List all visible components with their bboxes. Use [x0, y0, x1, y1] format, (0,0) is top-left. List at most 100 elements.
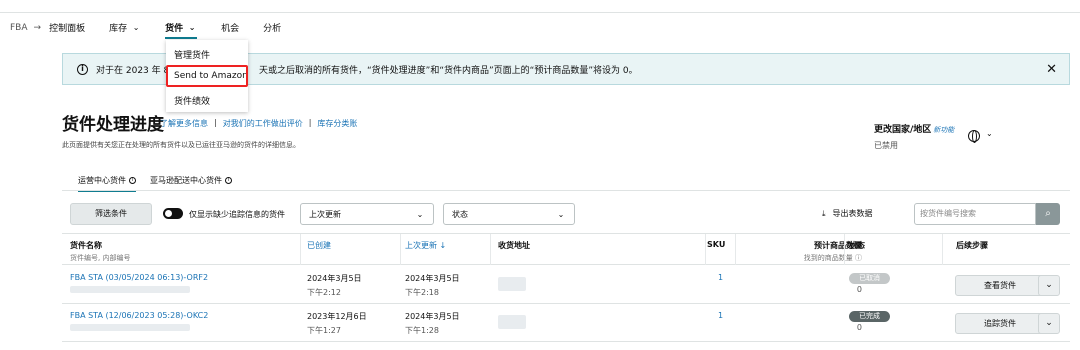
- chevron-down-icon[interactable]: ⌄: [1038, 313, 1060, 334]
- status-badge: 已取消: [849, 273, 890, 284]
- menu-item-shipment-performance[interactable]: 货件绩效: [174, 94, 210, 107]
- status-select-value: 状态: [452, 209, 468, 219]
- header-links: 了解更多信息 | 对我们的工作做出评价 | 库存分类账: [160, 118, 357, 129]
- found-qty: 0: [856, 323, 862, 332]
- info-icon: i: [77, 63, 88, 75]
- created-cell: 2024年3月5日 下午2:12: [307, 274, 362, 297]
- nav-dashboard[interactable]: 控制面板: [49, 13, 85, 43]
- qty-cell: 1 0: [762, 311, 862, 332]
- menu-item-manage-shipments[interactable]: 管理货件: [174, 48, 210, 61]
- address-cell: [498, 311, 526, 331]
- status-badge: 已完成: [849, 311, 890, 322]
- address-cell: [498, 273, 526, 293]
- status-select[interactable]: 状态 ⌄: [443, 203, 575, 225]
- tabs-divider: [62, 190, 1070, 191]
- sku-count[interactable]: 1: [718, 273, 723, 282]
- updated-time: 下午1:28: [405, 326, 439, 335]
- status-cell: 已取消: [849, 273, 890, 284]
- created-time: 下午1:27: [307, 326, 341, 335]
- market-status: 已禁用: [874, 141, 898, 150]
- learn-more-link[interactable]: 了解更多信息: [160, 118, 208, 129]
- tab-label: 亚马逊配送中心货件: [150, 176, 222, 185]
- download-icon: ⤓: [822, 208, 826, 218]
- export-button[interactable]: ⤓ 导出表数据: [822, 208, 873, 219]
- view-shipment-button[interactable]: 查看货件: [955, 275, 1045, 296]
- arrow-down-icon: ↓: [439, 241, 447, 250]
- col-expected-qty: 预计商品数量 找到的商品数量 ⓘ: [760, 240, 862, 263]
- chevron-down-icon: ⌄: [132, 23, 140, 32]
- chevron-down-icon[interactable]: ⌄: [986, 129, 993, 138]
- col-ship-to-address: 收货地址: [498, 241, 530, 250]
- nav-shipments[interactable]: 货件 ⌄: [165, 13, 198, 43]
- redacted-address: [498, 315, 526, 329]
- created-time: 下午2:12: [307, 288, 341, 297]
- close-icon[interactable]: ✕: [1046, 62, 1057, 77]
- found-qty: 0: [856, 285, 862, 294]
- table-header: 货件名称 货件编号, 内部编号 已创建 上次更新 ↓ 收货地址 SKU 预计商品…: [62, 233, 1070, 265]
- shipment-link[interactable]: FBA STA (12/06/2023 05:28)-OKC2: [70, 311, 208, 320]
- expected-qty: 1: [762, 311, 862, 320]
- table-row: FBA STA (12/06/2023 05:28)-OKC2 2023年12月…: [62, 304, 1070, 342]
- search-icon[interactable]: ⌕: [1036, 203, 1060, 225]
- breadcrumb-fba[interactable]: FBA: [10, 23, 28, 33]
- nav-analytics-label: 分析: [263, 24, 282, 34]
- nav-dashboard-label: 控制面板: [49, 24, 86, 34]
- export-label: 导出表数据: [832, 209, 873, 218]
- nav-opportunities-label: 机会: [221, 24, 240, 34]
- shipment-link[interactable]: FBA STA (03/05/2024 06:13)-ORF2: [70, 273, 208, 282]
- missing-tracking-toggle[interactable]: [163, 208, 183, 219]
- col-next-steps: 后续步骤: [956, 241, 988, 250]
- market-label: 更改国家/地区: [874, 125, 932, 135]
- redacted-shipment-id: [70, 324, 190, 331]
- breadcrumb-arrow: →: [33, 22, 42, 33]
- toggle-label: 仅显示缺少追踪信息的货件: [189, 210, 285, 219]
- inventory-ledger-link[interactable]: 库存分类账: [317, 118, 357, 129]
- divider: |: [308, 118, 312, 127]
- nav-opportunities[interactable]: 机会: [221, 13, 239, 43]
- info-icon[interactable]: i: [129, 177, 136, 184]
- status-cell: 已完成: [849, 311, 890, 322]
- chevron-down-icon: ⌄: [416, 209, 424, 219]
- shipment-name-cell: FBA STA (12/06/2023 05:28)-OKC2: [70, 311, 208, 333]
- nav-shipments-label: 货件: [165, 24, 184, 34]
- qty-cell: 0 0: [762, 273, 862, 294]
- column-divider: [844, 234, 845, 265]
- col-created[interactable]: 已创建: [307, 240, 331, 251]
- info-icon: ⓘ: [855, 254, 862, 262]
- created-cell: 2023年12月6日 下午1:27: [307, 312, 367, 335]
- feedback-link[interactable]: 对我们的工作做出评价: [223, 118, 303, 129]
- filter-button[interactable]: 筛选条件: [70, 203, 152, 225]
- divider: |: [214, 118, 217, 127]
- nav-inventory[interactable]: 库存 ⌄: [109, 13, 141, 43]
- col-sku: SKU: [707, 240, 726, 249]
- chevron-down-icon: ⌄: [188, 23, 196, 32]
- column-divider: [705, 234, 706, 265]
- shipments-dropdown-menu: 管理货件 Send to Amazon 货件绩效: [166, 40, 248, 112]
- banner-text-right: 天或之后取消的所有货件，“货件处理进度”和“货件内商品”页面上的“预计商品数量”…: [259, 65, 638, 76]
- col-last-updated[interactable]: 上次更新 ↓: [405, 240, 446, 251]
- col-shipment-name[interactable]: 货件名称 货件编号, 内部编号: [70, 240, 130, 263]
- sku-count[interactable]: 1: [718, 311, 723, 320]
- page-title: 货件处理进度: [62, 115, 164, 135]
- table-row: FBA STA (03/05/2024 06:13)-ORF2 2024年3月5…: [62, 266, 1070, 304]
- nav-inventory-label: 库存: [109, 24, 128, 34]
- shipment-name-cell: FBA STA (03/05/2024 06:13)-ORF2: [70, 273, 208, 295]
- chevron-down-icon: ⌄: [557, 209, 565, 219]
- page-subtitle: 此页面提供有关您正在处理的所有货件以及已运往亚马逊的货件的详细信息。: [62, 141, 300, 149]
- sort-select-value: 上次更新: [309, 209, 341, 219]
- nav-analytics[interactable]: 分析: [263, 13, 281, 43]
- col-found-qty-sub: 找到的商品数量 ⓘ: [803, 254, 862, 262]
- new-feature-tag: 新功能: [933, 126, 955, 134]
- info-icon[interactable]: i: [225, 177, 232, 184]
- globe-icon[interactable]: [968, 130, 980, 143]
- shipment-search-input[interactable]: 按货件编号搜索: [914, 203, 1036, 225]
- col-shipment-name-sub: 货件编号, 内部编号: [70, 254, 131, 262]
- column-divider: [735, 234, 736, 265]
- column-divider: [490, 234, 491, 265]
- updated-time: 下午2:18: [405, 288, 439, 297]
- expected-qty: 0: [762, 273, 862, 282]
- sort-select[interactable]: 上次更新 ⌄: [300, 203, 434, 225]
- track-shipment-button[interactable]: 追踪货件: [955, 313, 1045, 334]
- marketplace-switcher[interactable]: 更改国家/地区 新功能 已禁用: [874, 122, 954, 151]
- chevron-down-icon[interactable]: ⌄: [1038, 275, 1060, 296]
